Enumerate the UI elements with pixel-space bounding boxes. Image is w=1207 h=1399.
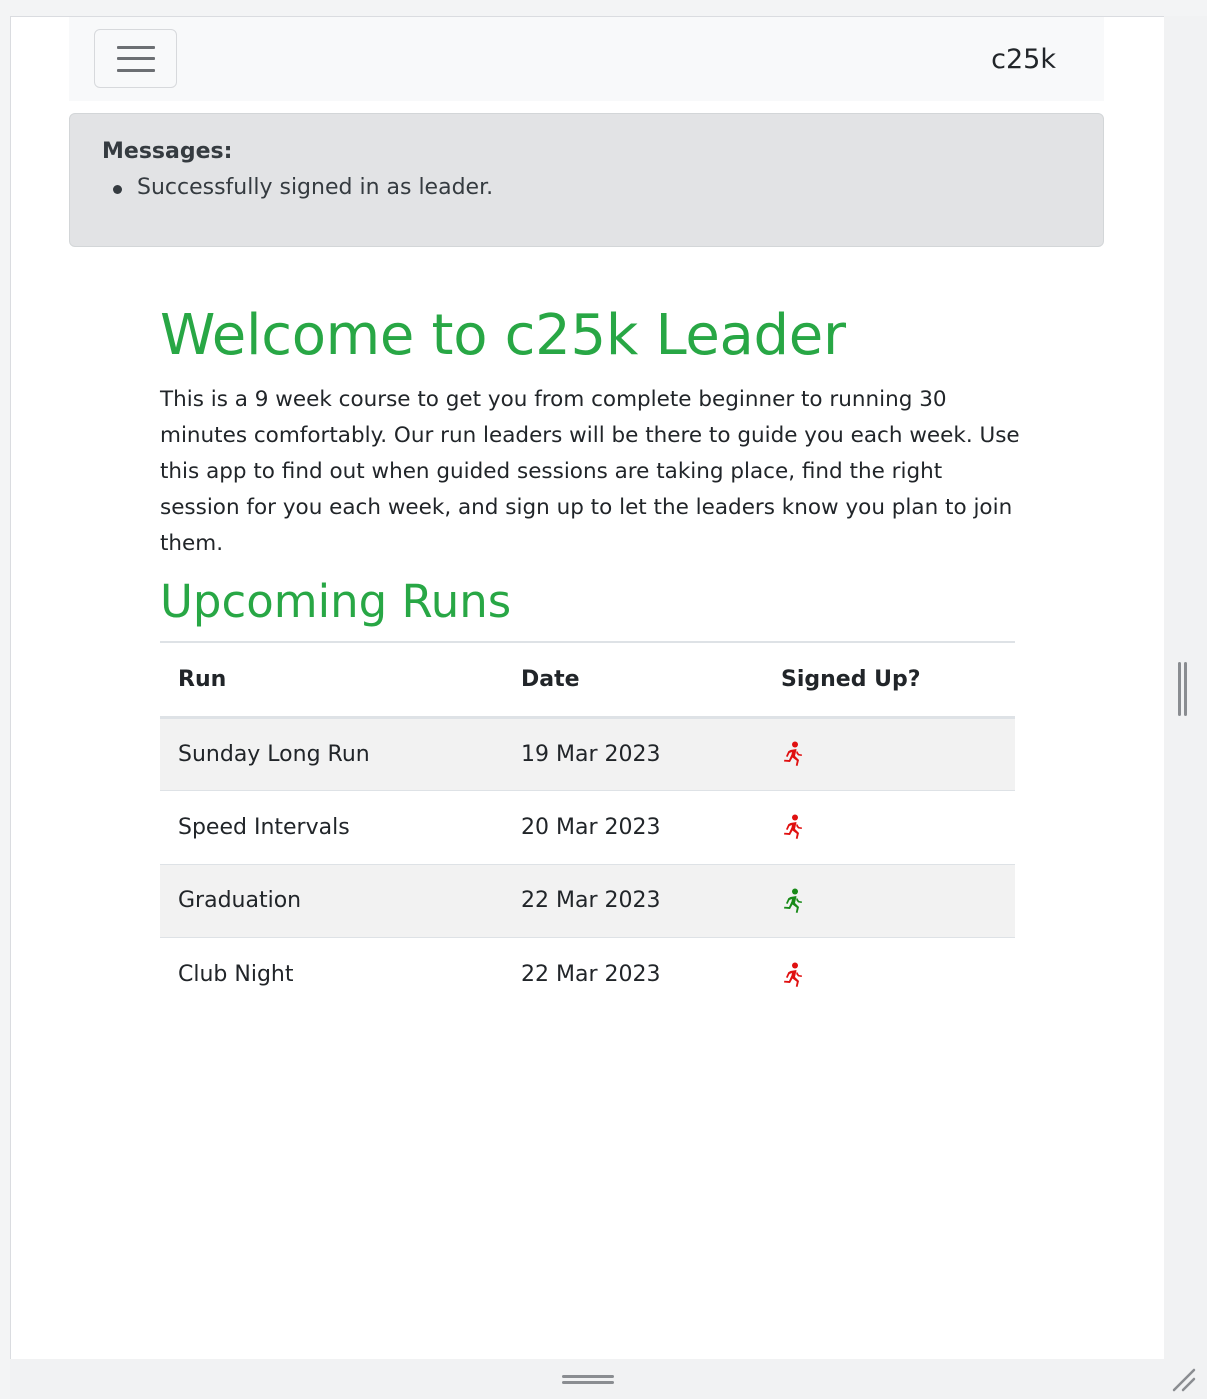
- run-name: Sunday Long Run: [178, 741, 370, 767]
- header-run: Run: [178, 666, 227, 692]
- run-signed-up: [763, 864, 1015, 938]
- main-content: Welcome to c25k Leader This is a 9 week …: [160, 300, 1020, 987]
- messages-alert: Messages: Successfully signed in as lead…: [69, 113, 1104, 247]
- navbar-toggler-button[interactable]: [94, 29, 177, 88]
- intro-paragraph: This is a 9 week course to get you from …: [160, 387, 1020, 556]
- run-signed-up: [763, 791, 1015, 865]
- vertical-resize-handle[interactable]: [1178, 662, 1188, 716]
- runner-not-signed-up-icon[interactable]: [781, 741, 803, 767]
- run-date: 22 Mar 2023: [521, 888, 661, 914]
- run-signed-up: [763, 717, 1015, 791]
- table-row: Speed Intervals 20 Mar 2023: [160, 791, 1015, 865]
- navbar: c25k: [69, 17, 1104, 101]
- bullet-icon: [113, 185, 122, 194]
- horizontal-resize-handle[interactable]: [562, 1373, 614, 1385]
- navbar-brand-link[interactable]: c25k: [991, 43, 1056, 77]
- messages-title: Messages:: [102, 139, 233, 164]
- run-date: 20 Mar 2023: [521, 814, 661, 840]
- run-date: 22 Mar 2023: [521, 962, 661, 987]
- runner-not-signed-up-icon[interactable]: [781, 814, 803, 840]
- table-body: Sunday Long Run 19 Mar 2023 Speed Interval…: [160, 717, 1015, 1011]
- upcoming-runs-heading: Upcoming Runs: [160, 575, 512, 628]
- table-row: Sunday Long Run 19 Mar 2023: [160, 717, 1015, 791]
- table-header-row: Run Date Signed Up?: [160, 642, 1015, 717]
- table-row: Graduation 22 Mar 2023: [160, 864, 1015, 938]
- runner-signed-up-icon[interactable]: [781, 888, 803, 914]
- messages-list: Successfully signed in as leader.: [113, 174, 494, 202]
- resize-grip-icon[interactable]: [1170, 1366, 1196, 1392]
- upcoming-runs-table: Run Date Signed Up? Sunday Long Run 19 Ma…: [160, 641, 1015, 1011]
- message-item: Successfully signed in as leader.: [137, 175, 494, 200]
- header-signed-up: Signed Up?: [781, 666, 921, 692]
- run-name: Speed Intervals: [178, 814, 350, 840]
- run-name: Club Night: [178, 962, 294, 987]
- run-date: 19 Mar 2023: [521, 741, 661, 767]
- header-date: Date: [521, 666, 580, 692]
- page-title: Welcome to c25k Leader: [160, 303, 846, 368]
- run-signed-up: [763, 938, 1015, 1012]
- table-row: Club Night 22 Mar 2023: [160, 938, 1015, 1012]
- runner-not-signed-up-icon[interactable]: [781, 962, 803, 988]
- run-name: Graduation: [178, 888, 302, 914]
